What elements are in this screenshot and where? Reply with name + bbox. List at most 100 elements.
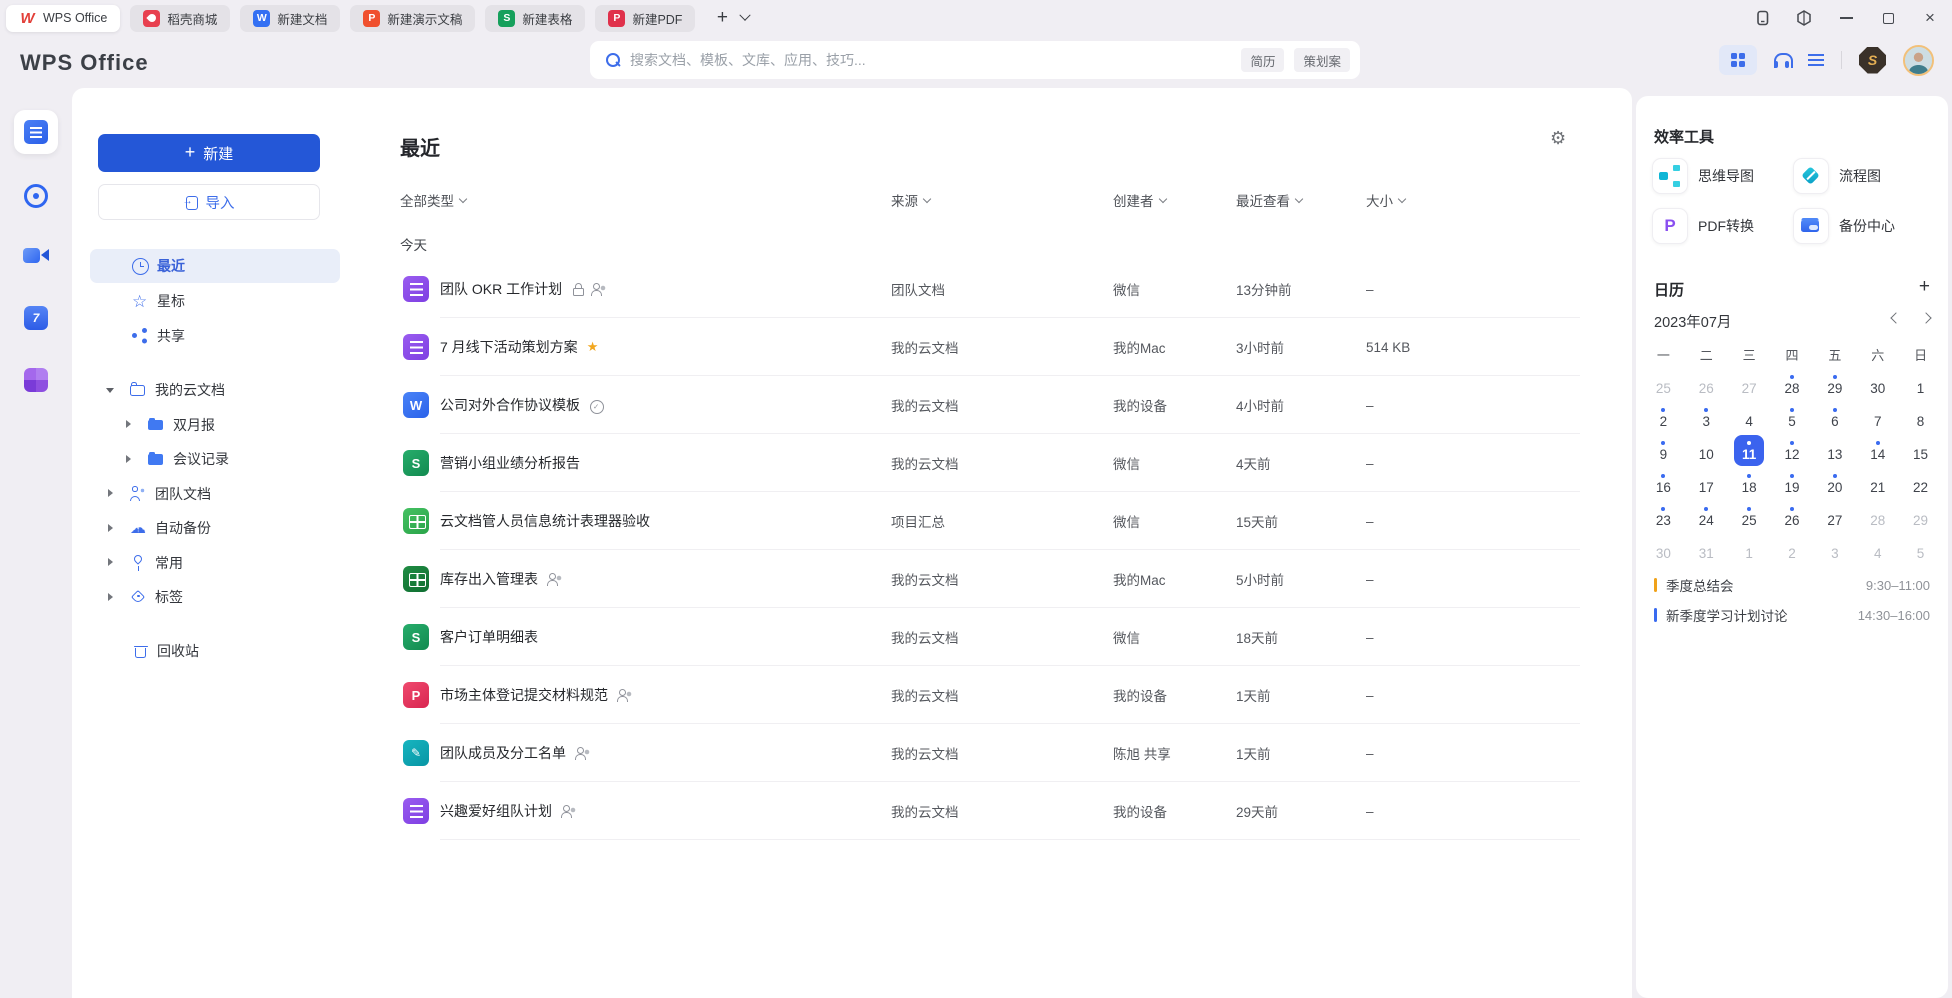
calendar-day[interactable]: 19	[1771, 467, 1814, 500]
calendar-day[interactable]: 9	[1642, 434, 1685, 467]
calendar-day[interactable]: 5	[1771, 401, 1814, 434]
calendar-day[interactable]: 30	[1642, 533, 1685, 566]
tool-shortcut[interactable]: 流程图	[1793, 158, 1881, 194]
calendar-day[interactable]: 15	[1899, 434, 1942, 467]
tool-shortcut[interactable]: 备份中心	[1793, 208, 1895, 244]
search-bar[interactable]: 搜索文档、模板、文库、应用、技巧... 简历策划案	[590, 41, 1360, 79]
tool-shortcut[interactable]: P PDF转换	[1652, 208, 1754, 244]
filter-dropdown[interactable]: 大小	[1366, 190, 1405, 210]
calendar-day[interactable]: 5	[1899, 533, 1942, 566]
calendar-day[interactable]: 25	[1728, 500, 1771, 533]
user-avatar[interactable]	[1903, 45, 1934, 76]
file-row[interactable]: 7 月线下活动策划方案 我的云文档 我的Mac 3小时前 514 KB	[362, 318, 1632, 376]
calendar-day[interactable]: 4	[1856, 533, 1899, 566]
calendar-day[interactable]: 27	[1813, 500, 1856, 533]
calendar-day[interactable]: 2	[1642, 401, 1685, 434]
rail-item-apps[interactable]	[0, 358, 72, 402]
calendar-day[interactable]: 10	[1685, 434, 1728, 467]
app-tab[interactable]: 稻壳商城	[130, 5, 230, 32]
file-row[interactable]: 云文档管人员信息统计表理器验收 项目汇总 微信 15天前 –	[362, 492, 1632, 550]
caret-icon[interactable]	[106, 524, 115, 533]
calendar-day[interactable]: 26	[1685, 368, 1728, 401]
minimize-button[interactable]	[1838, 10, 1854, 26]
calendar-day[interactable]: 25	[1642, 368, 1685, 401]
rail-item-calendar[interactable]: 7	[0, 296, 72, 340]
mobile-panel-icon[interactable]	[1754, 10, 1770, 26]
calendar-day[interactable]: 2	[1771, 533, 1814, 566]
tool-shortcut[interactable]: 思维导图	[1652, 158, 1754, 194]
app-tab[interactable]: W 新建文档	[240, 5, 340, 32]
calendar-day[interactable]: 29	[1899, 500, 1942, 533]
filter-dropdown[interactable]: 全部类型	[400, 190, 466, 210]
calendar-event[interactable]: 新季度学习计划讨论 14:30–16:00	[1654, 600, 1930, 630]
calendar-day[interactable]: 14	[1856, 434, 1899, 467]
calendar-day[interactable]: 7	[1856, 401, 1899, 434]
calendar-day[interactable]: 1	[1728, 533, 1771, 566]
calendar-day[interactable]: 29	[1813, 368, 1856, 401]
maximize-button[interactable]	[1880, 10, 1896, 26]
calendar-day[interactable]: 18	[1728, 467, 1771, 500]
calendar-day[interactable]: 23	[1642, 500, 1685, 533]
grid-view-button[interactable]	[1719, 45, 1757, 75]
calendar-day[interactable]: 26	[1771, 500, 1814, 533]
previous-month-icon[interactable]	[1890, 312, 1901, 323]
calendar-day[interactable]: 31	[1685, 533, 1728, 566]
search-tag[interactable]: 简历	[1241, 48, 1284, 72]
file-row[interactable]: W 公司对外合作协议模板 我的云文档 我的设备 4小时前 –	[362, 376, 1632, 434]
support-headset-icon[interactable]	[1774, 52, 1791, 68]
sidebar-item[interactable]: 最近	[90, 249, 340, 283]
list-settings-gear-icon[interactable]: ⚙	[1550, 128, 1566, 149]
calendar-day[interactable]: 8	[1899, 401, 1942, 434]
sidebar-tree-item[interactable]: 标签	[72, 580, 362, 615]
file-row[interactable]: ✎ 团队成员及分工名单 我的云文档 陈旭 共享 1天前 –	[362, 724, 1632, 782]
new-document-button[interactable]: +新建	[98, 134, 320, 172]
calendar-day[interactable]: 21	[1856, 467, 1899, 500]
calendar-day[interactable]: 24	[1685, 500, 1728, 533]
filter-dropdown[interactable]: 最近查看	[1236, 190, 1302, 210]
calendar-day[interactable]: 1	[1899, 368, 1942, 401]
calendar-day[interactable]: 20	[1813, 467, 1856, 500]
file-row[interactable]: 团队 OKR 工作计划 团队文档 微信 13分钟前 –	[362, 260, 1632, 318]
rail-item-documents[interactable]	[14, 110, 58, 154]
sidebar-tree-item[interactable]: 团队文档	[72, 477, 362, 512]
filter-dropdown[interactable]: 创建者	[1113, 190, 1166, 210]
import-button[interactable]: 导入	[98, 184, 320, 220]
sidebar-tree-item[interactable]: 双月报	[72, 408, 362, 443]
tab-list-chevron-icon[interactable]	[740, 10, 751, 21]
sidebar-item[interactable]: 共享	[90, 319, 340, 353]
close-button[interactable]: ×	[1922, 10, 1938, 26]
calendar-day[interactable]: 3	[1685, 401, 1728, 434]
file-row[interactable]: P 市场主体登记提交材料规范 我的云文档 我的设备 1天前 –	[362, 666, 1632, 724]
calendar-day[interactable]: 6	[1813, 401, 1856, 434]
file-row[interactable]: 库存出入管理表 我的云文档 我的Mac 5小时前 –	[362, 550, 1632, 608]
sidebar-tree-item[interactable]: 自动备份	[72, 511, 362, 546]
calendar-day[interactable]: 30	[1856, 368, 1899, 401]
rail-item-chat[interactable]	[0, 174, 72, 218]
sidebar-item-recycle-bin[interactable]: 回收站	[90, 634, 340, 668]
hamburger-menu-icon[interactable]	[1808, 54, 1824, 66]
calendar-day[interactable]: 28	[1771, 368, 1814, 401]
caret-icon[interactable]	[106, 489, 115, 498]
app-tab[interactable]: S 新建表格	[485, 5, 585, 32]
caret-icon[interactable]	[124, 420, 133, 429]
calendar-day[interactable]: 12	[1771, 434, 1814, 467]
calendar-day[interactable]: 11	[1728, 434, 1771, 467]
caret-icon[interactable]	[106, 386, 115, 395]
calendar-event[interactable]: 季度总结会 9:30–11:00	[1654, 570, 1930, 600]
rail-item-meeting[interactable]	[0, 234, 72, 278]
next-month-icon[interactable]	[1920, 312, 1931, 323]
sidebar-item[interactable]: 星标	[90, 284, 340, 318]
membership-badge[interactable]: S	[1859, 47, 1886, 74]
add-event-button[interactable]: +	[1919, 276, 1930, 298]
file-row[interactable]: S 营销小组业绩分析报告 我的云文档 微信 4天前 –	[362, 434, 1632, 492]
file-row[interactable]: S 客户订单明细表 我的云文档 微信 18天前 –	[362, 608, 1632, 666]
filter-dropdown[interactable]: 来源	[891, 190, 930, 210]
file-row[interactable]: 兴趣爱好组队计划 我的云文档 我的设备 29天前 –	[362, 782, 1632, 840]
app-tab[interactable]: P 新建演示文稿	[350, 5, 475, 32]
caret-icon[interactable]	[124, 455, 133, 464]
calendar-day[interactable]: 16	[1642, 467, 1685, 500]
workspace-box-icon[interactable]	[1796, 10, 1812, 26]
sidebar-tree-item[interactable]: 常用	[72, 546, 362, 581]
calendar-day[interactable]: 22	[1899, 467, 1942, 500]
sidebar-tree-item[interactable]: 我的云文档	[72, 373, 362, 408]
